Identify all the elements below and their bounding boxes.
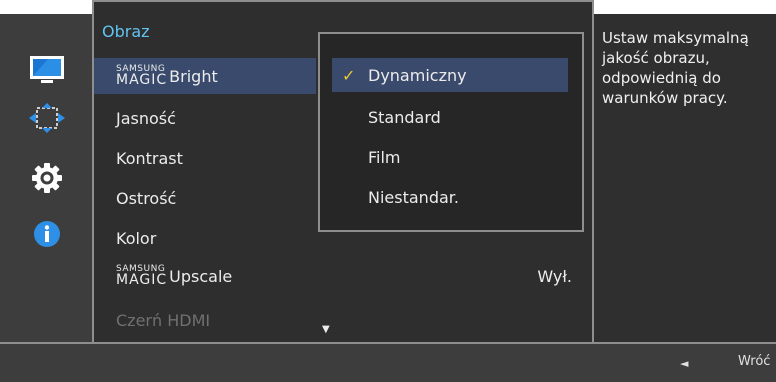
help-text-panel: Ustaw maksymalną jakość obrazu, odpowied… xyxy=(594,14,776,342)
back-arrow-icon[interactable]: ◄ xyxy=(680,357,688,370)
menu-item-brightness[interactable]: Jasność xyxy=(94,100,316,136)
info-icon[interactable] xyxy=(25,216,69,252)
osd-menu-screen: Obraz SAMSUNG MAGIC Bright Jasność Kontr… xyxy=(0,0,776,382)
option-custom[interactable]: Niestandar. xyxy=(332,180,568,214)
menu-item-label: Czerń HDMI xyxy=(116,310,211,330)
menu-item-hdmi-black-level: Czerń HDMI xyxy=(94,302,316,338)
menu-item-magic-bright[interactable]: SAMSUNG MAGIC Bright xyxy=(94,58,316,94)
magic-brand-label: SAMSUNG MAGIC xyxy=(116,64,168,88)
menu-item-color[interactable]: Kolor xyxy=(94,220,316,256)
navigation-bar: ◄ Wróć xyxy=(0,342,776,382)
menu-item-value: Wył. xyxy=(537,266,572,286)
option-label: Niestandar. xyxy=(368,187,459,207)
option-standard[interactable]: Standard xyxy=(332,100,568,134)
help-text: Ustaw maksymalną jakość obrazu, odpowied… xyxy=(602,29,749,107)
menu-item-label: Upscale xyxy=(169,266,233,286)
back-button[interactable]: Wróć xyxy=(738,354,770,369)
menu-item-label: Bright xyxy=(169,66,218,86)
menu-item-magic-upscale[interactable]: SAMSUNG MAGIC Upscale Wył. xyxy=(94,258,592,294)
magic-brand-label: SAMSUNG MAGIC xyxy=(116,264,168,288)
option-label: Film xyxy=(368,147,401,167)
monitor-icon[interactable] xyxy=(25,52,69,88)
menu-item-label: Ostrość xyxy=(116,188,177,208)
panel-title: Obraz xyxy=(102,22,150,41)
option-label: Standard xyxy=(368,107,441,127)
menu-item-sharpness[interactable]: Ostrość xyxy=(94,180,316,216)
scroll-down-icon[interactable]: ▼ xyxy=(322,324,330,335)
menu-item-contrast[interactable]: Kontrast xyxy=(94,140,316,176)
menu-item-label: Kontrast xyxy=(116,148,183,168)
menu-item-label: Kolor xyxy=(116,228,157,248)
resize-icon[interactable] xyxy=(25,100,69,136)
check-icon: ✓ xyxy=(342,65,356,85)
menu-item-label: Jasność xyxy=(116,108,176,128)
option-film[interactable]: Film xyxy=(332,140,568,174)
settings-gear-icon[interactable] xyxy=(25,160,69,196)
category-rail xyxy=(0,14,92,342)
option-label: Dynamiczny xyxy=(368,65,467,85)
option-dynamic[interactable]: ✓ Dynamiczny xyxy=(332,58,568,92)
magic-bright-options-dropdown: ✓ Dynamiczny Standard Film Niestandar. xyxy=(318,32,584,232)
